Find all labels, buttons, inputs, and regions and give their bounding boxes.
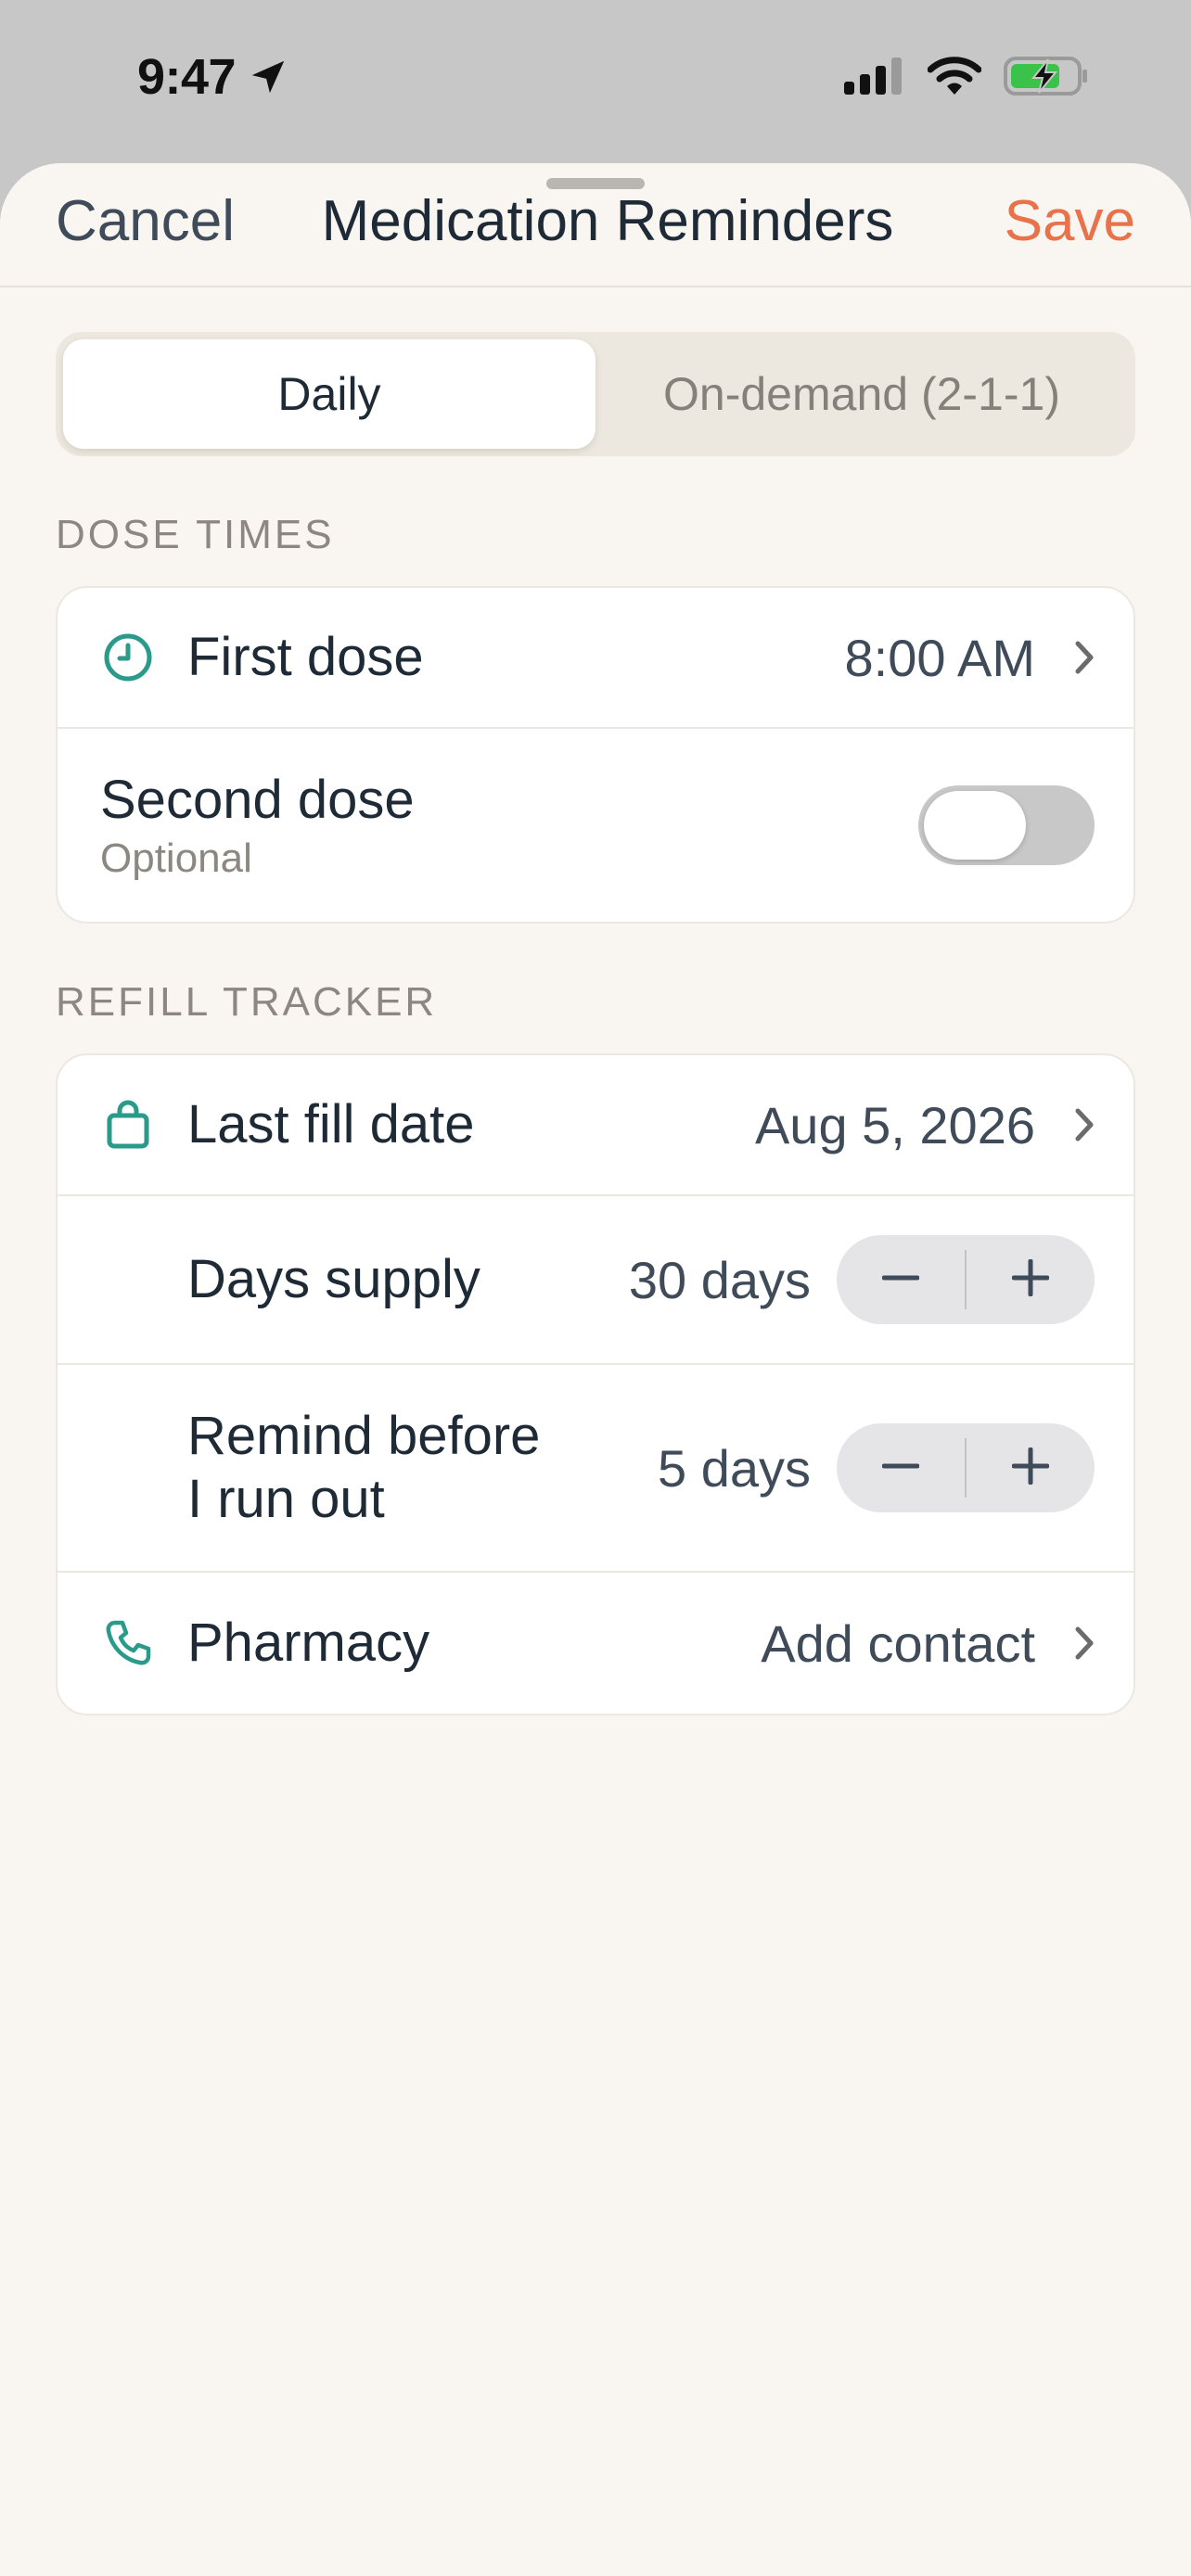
second-dose-sublabel: Optional [100, 835, 252, 881]
first-dose-value: 8:00 AM [844, 628, 1035, 687]
second-dose-label: Second dose [100, 770, 415, 830]
days-supply-label: Days supply [187, 1249, 480, 1309]
pharmacy-value: Add contact [761, 1613, 1035, 1673]
chevron-right-icon [1074, 1107, 1095, 1142]
minus-icon [881, 1259, 920, 1301]
remind-before-label: Remind before I run out [187, 1405, 540, 1531]
first-dose-row[interactable]: First dose 8:00 AM [58, 588, 1133, 729]
remind-before-increment-button[interactable] [967, 1423, 1095, 1512]
refill-tracker-section-label: REFILL TRACKER [56, 979, 438, 1025]
toggle-knob [924, 791, 1026, 860]
save-button[interactable]: Save [1005, 180, 1135, 263]
pharmacy-row[interactable]: Pharmacy Add contact [58, 1573, 1133, 1714]
second-dose-toggle[interactable] [918, 785, 1095, 865]
days-supply-decrement-button[interactable] [837, 1235, 965, 1324]
schedule-segmented-control: Daily On-demand (2-1-1) [56, 332, 1135, 456]
pharmacy-label: Pharmacy [187, 1613, 430, 1673]
status-bar: 9:47 [0, 0, 1191, 159]
plus-icon [1011, 1258, 1050, 1301]
clock-icon [102, 631, 154, 683]
dose-times-section-label: DOSE TIMES [56, 512, 335, 557]
chevron-right-icon [1074, 1626, 1095, 1661]
status-icons [844, 56, 1089, 101]
segment-on-demand[interactable]: On-demand (2-1-1) [596, 339, 1128, 449]
remind-before-stepper [837, 1423, 1095, 1512]
refill-tracker-card: Last fill date Aug 5, 2026 Days supply 3… [56, 1053, 1135, 1715]
remind-before-value: 5 days [658, 1438, 811, 1498]
modal-sheet: Cancel Medication Reminders Save Daily O… [0, 163, 1191, 2576]
signal-icon [844, 57, 905, 99]
remind-before-label-line1: Remind before [187, 1406, 541, 1466]
battery-charging-icon [1004, 56, 1089, 101]
minus-icon [881, 1447, 920, 1489]
second-dose-text: Second dose Optional [100, 769, 415, 882]
last-fill-date-label: Last fill date [187, 1094, 475, 1154]
phone-icon [102, 1617, 154, 1669]
segment-daily[interactable]: Daily [63, 339, 596, 449]
days-supply-row: Days supply 30 days [58, 1196, 1133, 1365]
plus-icon [1011, 1447, 1050, 1489]
dose-times-card: First dose 8:00 AM Second dose Optional [56, 586, 1135, 924]
second-dose-row: Second dose Optional [58, 729, 1133, 922]
wifi-icon [927, 57, 982, 100]
first-dose-label: First dose [187, 627, 424, 687]
last-fill-date-value: Aug 5, 2026 [754, 1095, 1035, 1154]
sheet-header: Cancel Medication Reminders Save [0, 163, 1191, 287]
days-supply-increment-button[interactable] [967, 1235, 1095, 1324]
bag-icon [102, 1099, 154, 1151]
chevron-right-icon [1074, 640, 1095, 675]
location-arrow-icon [247, 56, 289, 98]
remind-before-label-line2: I run out [187, 1469, 385, 1529]
remind-before-decrement-button[interactable] [837, 1423, 965, 1512]
status-time-text: 9:47 [137, 49, 237, 105]
last-fill-date-row[interactable]: Last fill date Aug 5, 2026 [58, 1055, 1133, 1196]
days-supply-stepper [837, 1235, 1095, 1324]
remind-before-row: Remind before I run out 5 days [58, 1365, 1133, 1573]
status-time: 9:47 [137, 48, 289, 106]
days-supply-value: 30 days [628, 1250, 811, 1309]
